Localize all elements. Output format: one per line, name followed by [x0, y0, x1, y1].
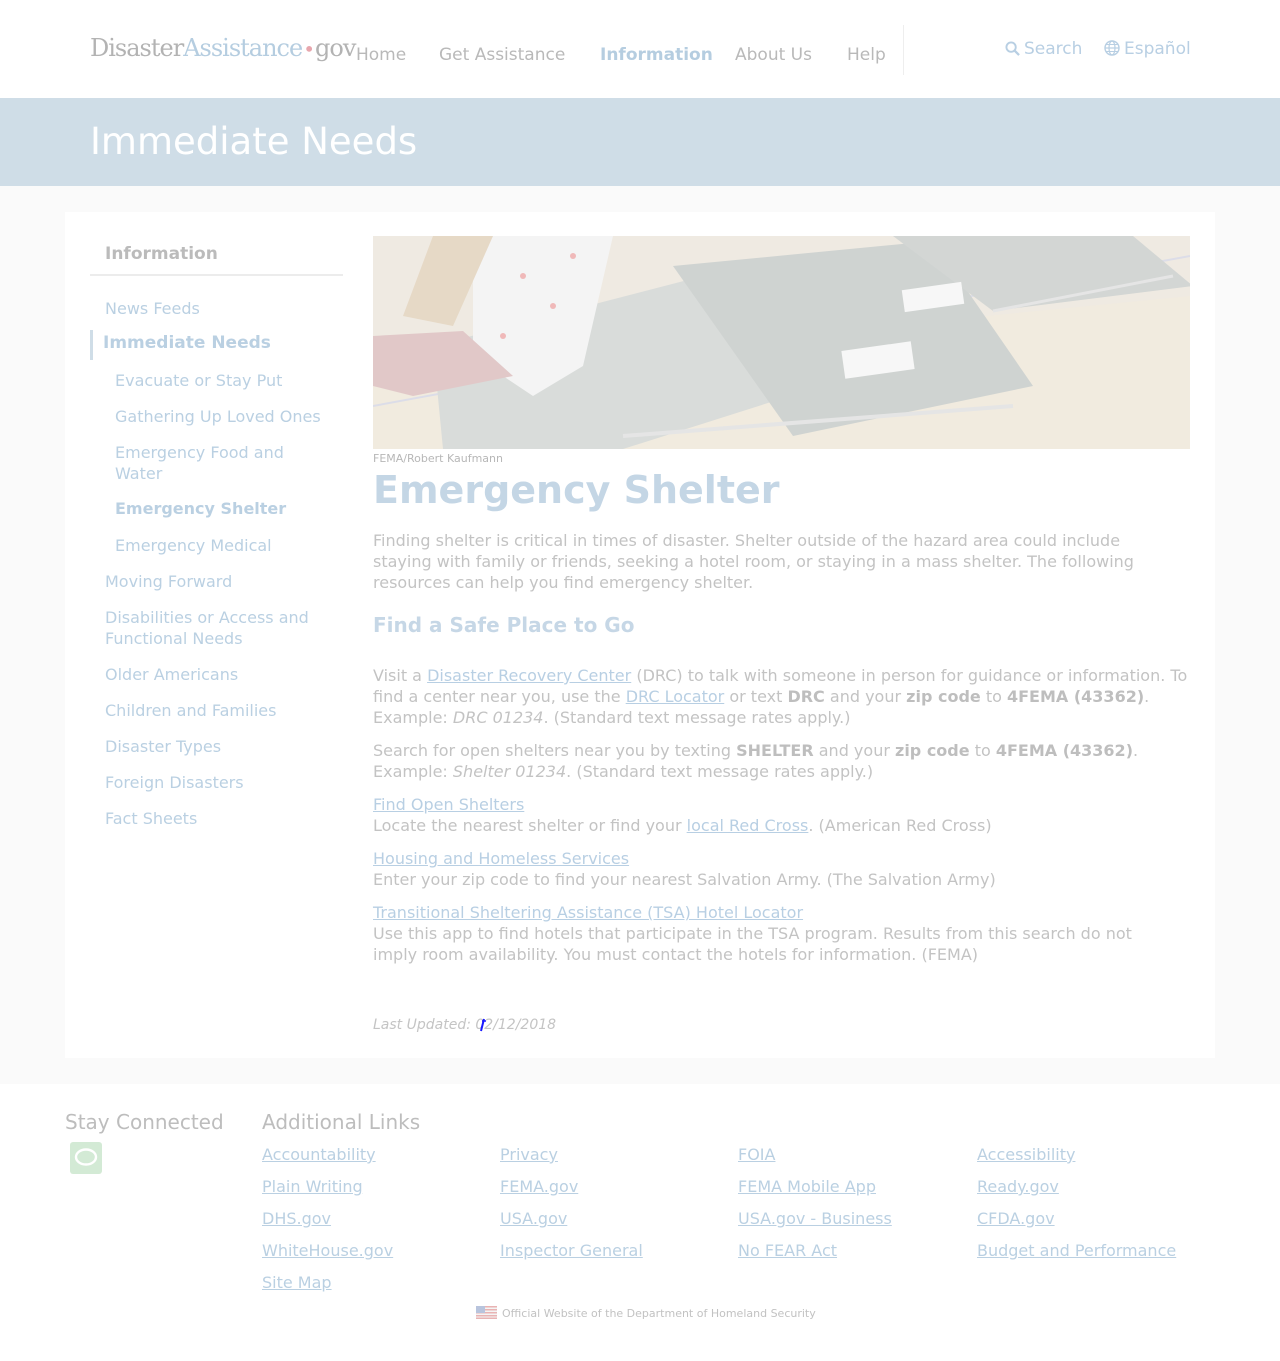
- footer-link-fema-mobile-app[interactable]: FEMA Mobile App: [738, 1177, 876, 1196]
- logo-part-assistance: Assistance: [183, 34, 303, 62]
- sidebar-title: Information: [105, 244, 218, 264]
- shelter-example: Shelter 01234: [452, 762, 567, 781]
- tsa-hotel-locator-link[interactable]: Transitional Sheltering Assistance (TSA)…: [373, 903, 803, 922]
- footer-link-foia[interactable]: FOIA: [738, 1145, 775, 1164]
- nav-divider: [903, 25, 904, 75]
- section-heading: Find a Safe Place to Go: [373, 613, 635, 637]
- site-logo[interactable]: DisasterAssistance•gov: [90, 34, 356, 62]
- sidebar-item-disaster-types[interactable]: Disaster Types: [105, 736, 221, 757]
- drc-text: . (Standard text message rates apply.): [543, 708, 851, 727]
- find-open-shelters-link[interactable]: Find Open Shelters: [373, 795, 524, 814]
- drc-locator-link[interactable]: DRC Locator: [626, 687, 725, 706]
- footer-link-accountability[interactable]: Accountability: [262, 1145, 376, 1164]
- footer-link-usa-gov-business[interactable]: USA.gov - Business: [738, 1209, 892, 1228]
- drc-keyword: 4FEMA (43362): [1006, 687, 1145, 706]
- official-website-text: Official Website of the Department of Ho…: [502, 1307, 816, 1320]
- footer-link-ready-gov[interactable]: Ready.gov: [977, 1177, 1059, 1196]
- intro-paragraph: Finding shelter is critical in times of …: [373, 531, 1134, 592]
- sidebar-item-emergency-medical[interactable]: Emergency Medical: [115, 535, 272, 556]
- sidebar-item-children-families[interactable]: Children and Families: [105, 700, 276, 721]
- sidebar-divider: [90, 274, 343, 276]
- nav-help[interactable]: Help: [847, 45, 886, 65]
- sidebar-item-older-americans[interactable]: Older Americans: [105, 664, 238, 685]
- resource-description: Locate the nearest shelter or find your: [373, 816, 687, 835]
- footer-link-whitehouse-gov[interactable]: WhiteHouse.gov: [262, 1241, 393, 1260]
- footer-link-usa-gov[interactable]: USA.gov: [500, 1209, 567, 1228]
- logo-part-gov: gov: [315, 34, 356, 62]
- shelter-text: and your: [813, 741, 895, 760]
- footer-link-site-map[interactable]: Site Map: [262, 1273, 332, 1292]
- sidebar-item-food-water[interactable]: Emergency Food and Water: [115, 442, 335, 484]
- nav-about-us[interactable]: About Us: [735, 45, 812, 65]
- footer-link-privacy[interactable]: Privacy: [500, 1145, 558, 1164]
- footer-link-no-fear-act[interactable]: No FEAR Act: [738, 1241, 837, 1260]
- language-link[interactable]: Español: [1104, 39, 1191, 59]
- drc-text: or text: [724, 687, 788, 706]
- nav-home[interactable]: Home: [356, 45, 406, 65]
- drc-example: DRC 01234: [452, 708, 544, 727]
- resource-description: Enter your zip code to find your nearest…: [373, 870, 996, 889]
- sidebar-item-fact-sheets[interactable]: Fact Sheets: [105, 808, 197, 829]
- drc-keyword: zip code: [906, 687, 981, 706]
- shelter-keyword: zip code: [895, 741, 970, 760]
- shelter-text: Search for open shelters near you by tex…: [373, 741, 737, 760]
- content-heading: Emergency Shelter: [373, 468, 780, 512]
- housing-homeless-link[interactable]: Housing and Homeless Services: [373, 849, 629, 868]
- sidebar-active-indicator: [90, 330, 93, 360]
- logo-part-disaster: Disaster: [90, 34, 184, 62]
- shelter-photo: [373, 236, 1190, 449]
- page-title: Immediate Needs: [90, 120, 418, 163]
- shelter-text: to: [969, 741, 996, 760]
- resource-find-open-shelters: Find Open Shelters Locate the nearest sh…: [373, 794, 1193, 836]
- logo-dot: •: [303, 37, 315, 61]
- shelter-text: . (Standard text message rates apply.): [566, 762, 874, 781]
- footer-link-dhs-gov[interactable]: DHS.gov: [262, 1209, 331, 1228]
- site-header: DisasterAssistance•gov Home Get Assistan…: [0, 0, 1280, 98]
- language-label: Español: [1124, 39, 1191, 59]
- sidebar-item-disabilities[interactable]: Disabilities or Access and Functional Ne…: [105, 607, 340, 649]
- resource-description: Use this app to find hotels that partici…: [373, 924, 1132, 964]
- footer-link-cfda-gov[interactable]: CFDA.gov: [977, 1209, 1055, 1228]
- us-flag-icon: [476, 1306, 497, 1319]
- resource-tsa: Transitional Sheltering Assistance (TSA)…: [373, 902, 1173, 965]
- shelter-keyword: SHELTER: [736, 741, 814, 760]
- sidebar-item-foreign-disasters[interactable]: Foreign Disasters: [105, 772, 244, 793]
- sidebar-item-emergency-shelter[interactable]: Emergency Shelter: [115, 498, 286, 519]
- search-link[interactable]: Search: [1005, 39, 1082, 59]
- drc-text: and your: [824, 687, 907, 706]
- footer-link-inspector-general[interactable]: Inspector General: [500, 1241, 643, 1260]
- additional-links-title: Additional Links: [262, 1110, 421, 1134]
- footer-link-plain-writing[interactable]: Plain Writing: [262, 1177, 363, 1196]
- official-website-notice: Official Website of the Department of Ho…: [476, 1306, 816, 1320]
- sidebar-item-immediate-needs[interactable]: Immediate Needs: [103, 333, 271, 354]
- stay-connected-title: Stay Connected: [65, 1110, 224, 1134]
- shelter-text-paragraph: Search for open shelters near you by tex…: [373, 740, 1173, 782]
- drc-text: to: [980, 687, 1007, 706]
- drc-link[interactable]: Disaster Recovery Center: [427, 666, 631, 685]
- nav-get-assistance[interactable]: Get Assistance: [439, 45, 565, 65]
- search-icon: [1005, 41, 1020, 56]
- sidebar-item-evacuate[interactable]: Evacuate or Stay Put: [115, 370, 282, 391]
- nav-information[interactable]: Information: [600, 45, 713, 65]
- globe-icon: [1104, 40, 1120, 56]
- resource-housing: Housing and Homeless Services Enter your…: [373, 848, 1193, 890]
- drc-keyword: DRC: [787, 687, 825, 706]
- sidebar-item-news-feeds[interactable]: News Feeds: [105, 298, 200, 319]
- footer-link-budget-performance[interactable]: Budget and Performance: [977, 1241, 1176, 1260]
- sidebar-item-moving-forward[interactable]: Moving Forward: [105, 571, 232, 592]
- shelter-keyword: 4FEMA (43362): [995, 741, 1133, 760]
- footer-link-accessibility[interactable]: Accessibility: [977, 1145, 1075, 1164]
- chat-icon[interactable]: [70, 1142, 102, 1174]
- resource-description: . (American Red Cross): [808, 816, 992, 835]
- page-banner: Immediate Needs: [0, 98, 1280, 186]
- search-label: Search: [1024, 39, 1083, 59]
- drc-text: Visit a: [373, 666, 428, 685]
- footer-link-fema-gov[interactable]: FEMA.gov: [500, 1177, 578, 1196]
- local-red-cross-link[interactable]: local Red Cross: [687, 816, 809, 835]
- last-updated: Last Updated: 02/12/2018: [373, 1017, 557, 1033]
- photo-credit: FEMA/Robert Kaufmann: [373, 452, 503, 465]
- cursor-icon: [480, 1018, 486, 1032]
- drc-paragraph: Visit a Disaster Recovery Center (DRC) t…: [373, 665, 1193, 728]
- sidebar-item-loved-ones[interactable]: Gathering Up Loved Ones: [115, 406, 321, 427]
